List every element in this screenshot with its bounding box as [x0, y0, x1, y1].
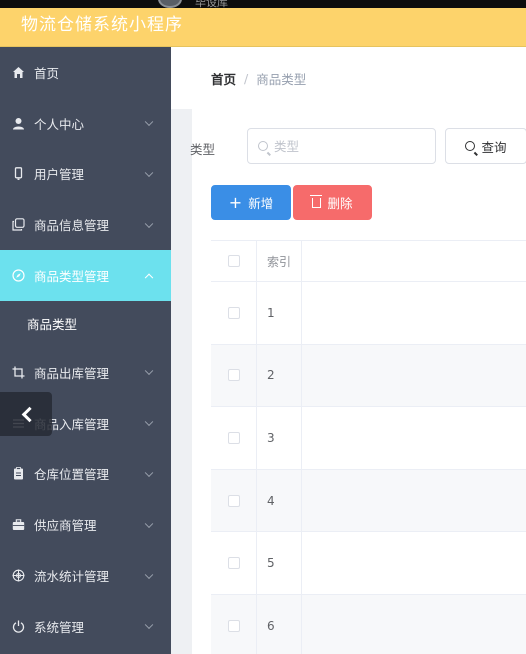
phone-icon [11, 167, 25, 181]
trash-icon [310, 194, 323, 208]
select-all-cell [211, 241, 257, 281]
checkbox-cell [211, 469, 257, 532]
index-cell: 6 [257, 594, 302, 654]
index-cell: 2 [257, 344, 302, 407]
sidebar-item-profile[interactable]: 个人中心 [0, 98, 171, 149]
sidebar-item-warehouse[interactable]: 仓库位置管理 [0, 449, 171, 500]
query-button[interactable]: 查询 [445, 128, 526, 164]
main-content: 首页 / 商品类型 类型 查询 + 新增 删除 索引 1 2 [171, 47, 526, 654]
target-icon [11, 569, 25, 583]
home-icon [11, 65, 25, 79]
checkbox-cell [211, 344, 257, 407]
checkbox-cell [211, 407, 257, 469]
chevron-down-icon [144, 417, 154, 427]
breadcrumb-home[interactable]: 首页 [211, 69, 236, 88]
sidebar-item-label: 商品类型管理 [34, 269, 110, 285]
search-icon [465, 141, 476, 151]
chevron-down-icon [144, 519, 154, 528]
sidebar-item-label: 用户管理 [34, 167, 85, 183]
table-row[interactable]: 6 [211, 594, 526, 654]
sidebar-item-label: 系统管理 [34, 619, 85, 635]
sidebar-item-supplier[interactable]: 供应商管理 [0, 499, 171, 550]
chevron-down-icon [144, 620, 154, 630]
checkbox-cell [211, 282, 257, 344]
search-input[interactable] [274, 138, 414, 154]
sidebar-item-system[interactable]: 系统管理 [0, 601, 171, 652]
chevron-down-icon [144, 117, 154, 127]
row-checkbox[interactable] [227, 557, 240, 570]
chevron-down-icon [144, 366, 154, 376]
sidebar-item-users[interactable]: 用户管理 [0, 149, 171, 200]
sidebar-item-label: 个人中心 [34, 116, 85, 132]
column-header-index: 索引 [257, 241, 302, 281]
index-cell: 1 [257, 282, 302, 344]
sidebar-subitem-product-type[interactable]: 商品类型 [0, 300, 171, 347]
chevron-down-icon [144, 168, 154, 178]
breadcrumb-current: 商品类型 [256, 71, 307, 87]
user-icon [11, 116, 25, 130]
sidebar-item-outbound[interactable]: 商品出库管理 [0, 347, 171, 398]
sidebar-item-label: 仓库位置管理 [34, 467, 110, 483]
chevron-down-icon [144, 570, 154, 579]
sidebar-item-product-type[interactable]: 商品类型管理 [0, 250, 171, 301]
query-button-label: 查询 [481, 139, 507, 155]
plus-icon: + [228, 192, 243, 212]
table-row[interactable]: 3 [211, 407, 526, 470]
search-label: 类型 [190, 142, 216, 157]
delete-button[interactable]: 删除 [293, 185, 372, 220]
back-button[interactable] [0, 392, 52, 436]
chevron-down-icon [144, 219, 154, 228]
breadcrumb-separator: / [244, 70, 249, 86]
device-top-strip: 毕设库 [0, 0, 526, 9]
search-field[interactable] [247, 128, 436, 164]
row-checkbox[interactable] [227, 306, 240, 319]
table-header-row: 索引 [211, 241, 526, 282]
table-row[interactable]: 1 [211, 282, 526, 345]
index-cell: 5 [257, 532, 302, 594]
sidebar-item-statistics[interactable]: 流水统计管理 [0, 550, 171, 601]
camera-icon [158, 0, 182, 8]
delete-button-label: 删除 [327, 196, 353, 211]
sidebar-item-label: 流水统计管理 [34, 569, 110, 585]
crop-icon [11, 365, 25, 379]
copy-icon [11, 218, 25, 232]
chevron-left-icon [21, 406, 37, 422]
table-row[interactable]: 5 [211, 532, 526, 595]
sidebar: 首页 个人中心 用户管理 商品信息管理 商品类型管理 商品类型 商品出库管理 商… [0, 47, 171, 654]
checkbox-cell [211, 532, 257, 594]
sidebar-item-label: 商品信息管理 [34, 218, 110, 234]
row-checkbox[interactable] [227, 494, 240, 507]
breadcrumb: 首页 / 商品类型 [171, 47, 526, 109]
app-header: 物流仓储系统小程序 [0, 8, 526, 47]
checkbox-cell [211, 594, 257, 654]
index-cell: 3 [257, 407, 302, 469]
index-cell: 4 [257, 469, 302, 532]
document-icon [11, 467, 25, 481]
row-checkbox[interactable] [227, 619, 240, 632]
sidebar-item-label: 供应商管理 [34, 518, 97, 534]
search-icon [258, 141, 268, 151]
data-table: 索引 1 2 3 4 5 6 [211, 240, 526, 654]
row-checkbox[interactable] [227, 431, 240, 444]
row-checkbox[interactable] [227, 369, 240, 382]
table-row[interactable]: 2 [211, 344, 526, 408]
sidebar-item-label: 商品出库管理 [34, 365, 110, 381]
select-all-checkbox[interactable] [227, 255, 240, 267]
sidebar-item-label: 首页 [34, 65, 60, 81]
power-icon [11, 619, 25, 633]
sidebar-item-product-info[interactable]: 商品信息管理 [0, 199, 171, 250]
sidebar-item-home[interactable]: 首页 [0, 47, 171, 98]
add-button-label: 新增 [248, 196, 274, 211]
table-row[interactable]: 4 [211, 469, 526, 533]
app-title: 物流仓储系统小程序 [21, 15, 183, 35]
suitcase-icon [11, 518, 25, 532]
chevron-down-icon [144, 468, 154, 478]
add-button[interactable]: + 新增 [211, 185, 291, 220]
compass-icon [11, 269, 25, 283]
chevron-up-icon [144, 273, 154, 282]
